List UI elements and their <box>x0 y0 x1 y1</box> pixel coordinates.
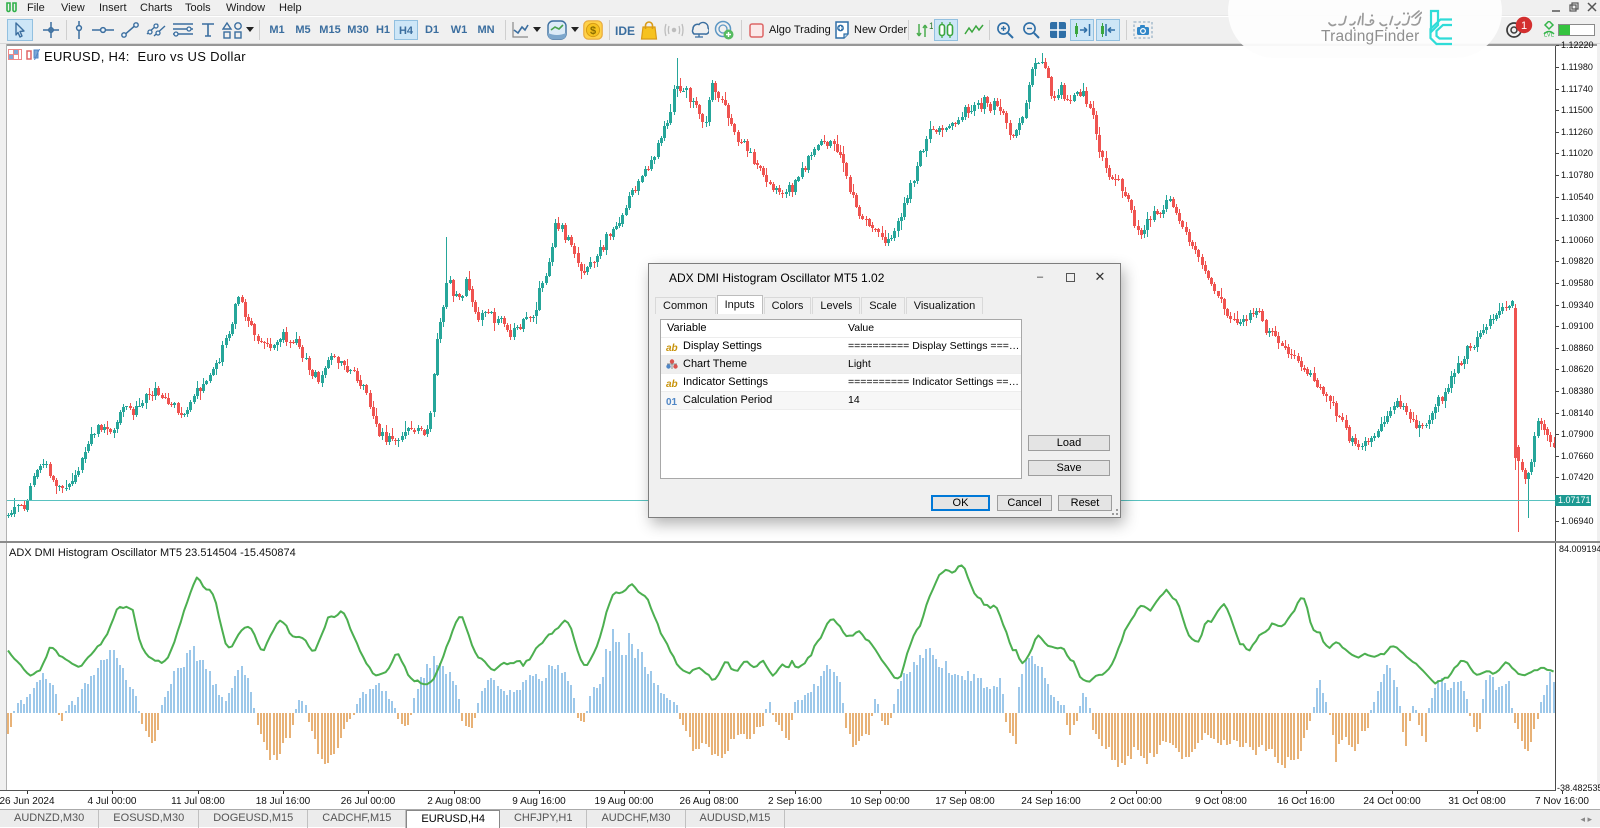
svg-text:LVL: LVL <box>1544 33 1555 38</box>
svg-text:$: $ <box>590 25 596 37</box>
svg-text:1: 1 <box>929 22 933 31</box>
svg-text:1: 1 <box>1521 20 1527 32</box>
